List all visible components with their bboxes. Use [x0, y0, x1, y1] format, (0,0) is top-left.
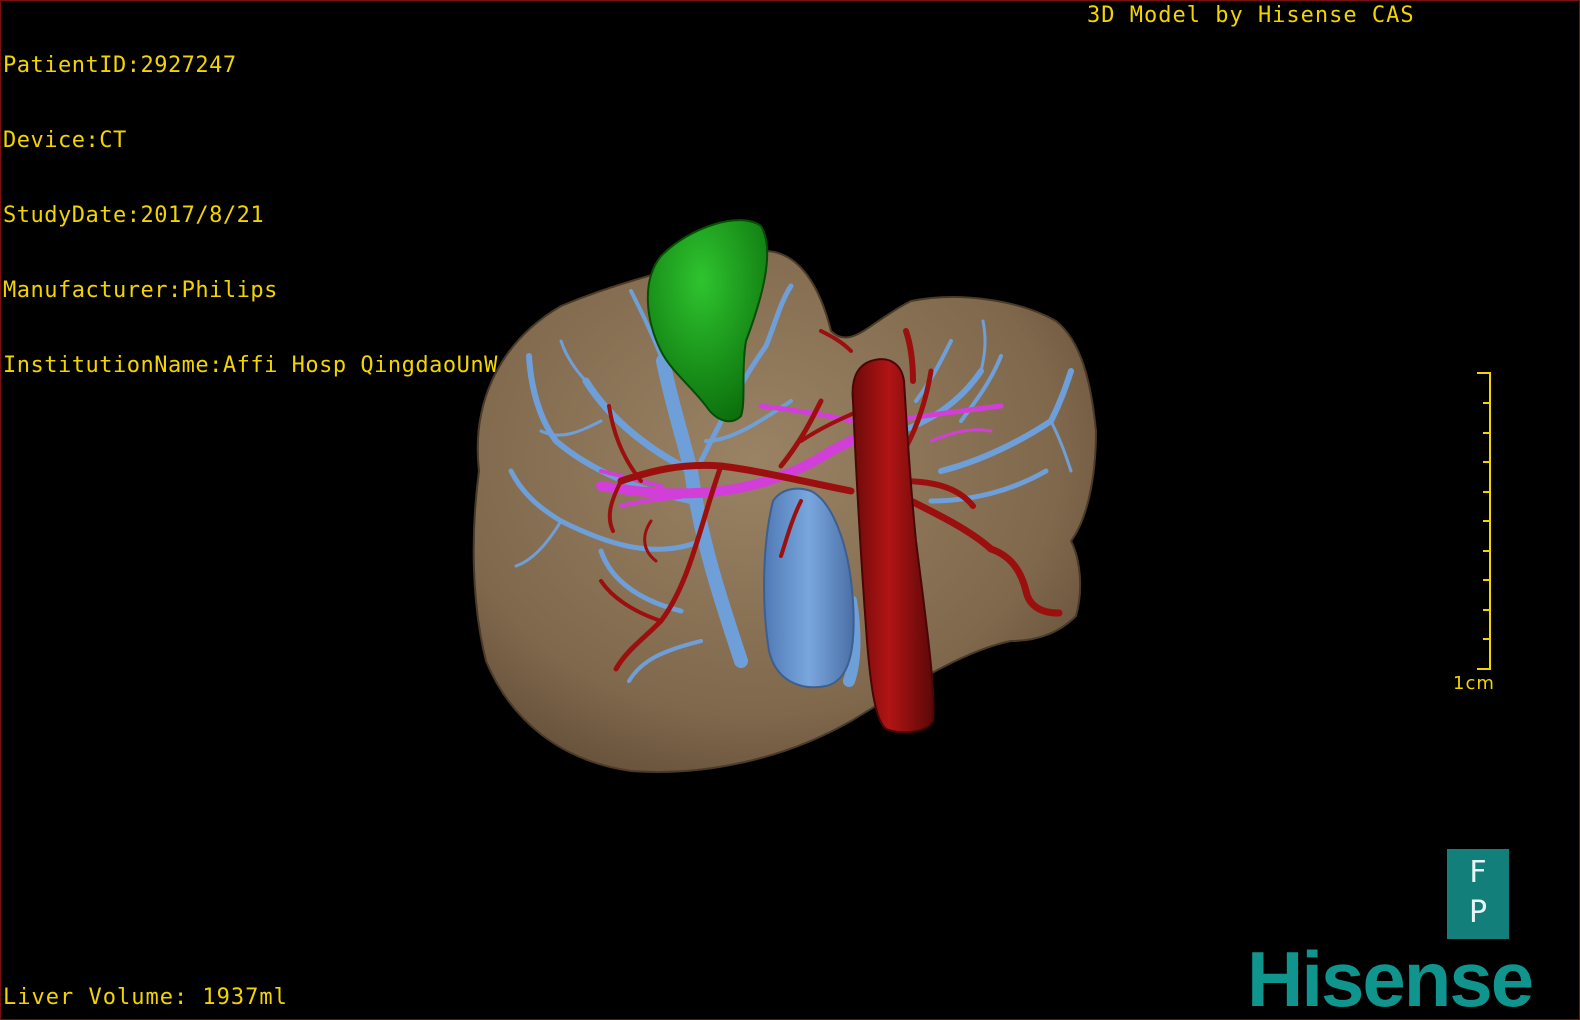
orientation-cube[interactable]: F P [1447, 849, 1509, 939]
manufacturer: Manufacturer:Philips [3, 278, 278, 303]
hisense-logo: Hisense [1247, 935, 1534, 1020]
orientation-top-label: F [1469, 855, 1487, 890]
study-date: StudyDate:2017/8/21 [3, 203, 265, 228]
institution-name: InstitutionName:Affi Hosp QingdaoUnW [3, 353, 498, 378]
3d-viewport[interactable]: PatientID:2927247 Device:CT StudyDate:20… [0, 0, 1580, 1020]
patient-id: PatientID:2927247 [3, 53, 237, 78]
scale-bar-label: 1cm [1453, 673, 1495, 694]
model-credit: 3D Model by Hisense CAS [1087, 3, 1415, 28]
device: Device:CT [3, 128, 127, 153]
scale-bar [1477, 372, 1491, 670]
liver-volume: Liver Volume: 1937ml [3, 985, 288, 1010]
orientation-bottom-label: P [1468, 895, 1488, 930]
dicom-info-overlay: PatientID:2927247 Device:CT StudyDate:20… [3, 3, 498, 428]
